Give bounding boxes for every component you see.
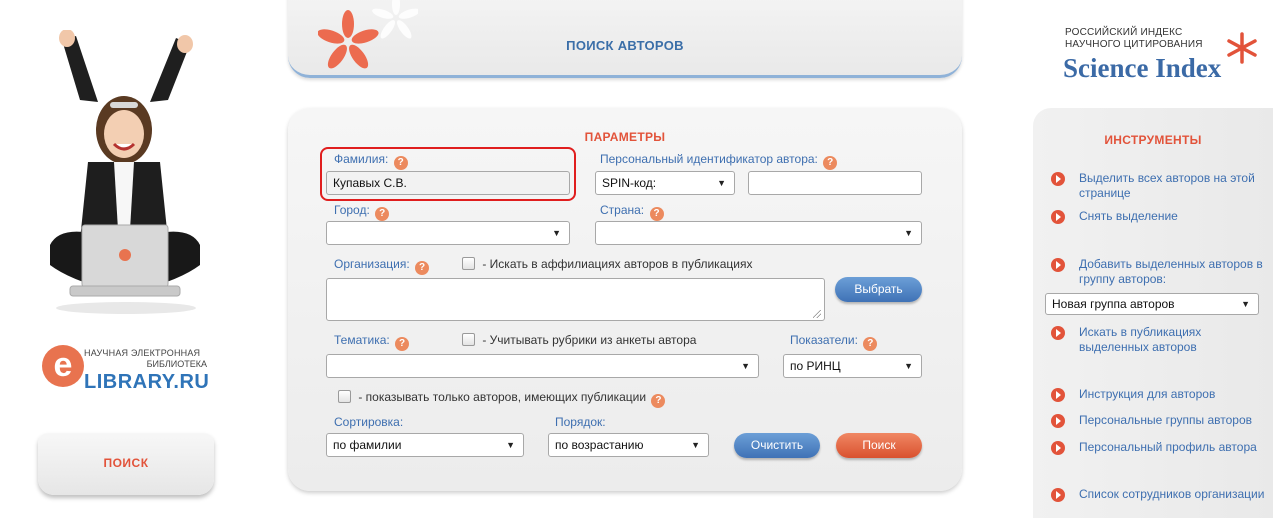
resize-grip-icon[interactable] [813, 310, 821, 318]
chevron-down-icon: ▼ [691, 440, 700, 450]
tool-personal-groups-label: Персональные группы авторов [1079, 413, 1253, 427]
group-select-value: Новая группа авторов [1052, 297, 1175, 311]
order-label: Порядок: [555, 415, 606, 429]
indicators-label: Показатели: [790, 333, 858, 347]
surname-help-icon[interactable]: ? [393, 156, 408, 170]
tool-select-all-label: Выделить всех авторов на этой странице [1079, 171, 1255, 200]
topic-rubrics-checkbox[interactable] [462, 333, 475, 346]
tools-title: ИНСТРУМЕНТЫ [1104, 133, 1202, 147]
topic-label-row: Тематика: ? [334, 333, 410, 351]
tool-add-to-group-label: Добавить выделенных авторов в группу авт… [1079, 257, 1263, 286]
only-with-pubs-checkbox[interactable] [338, 390, 351, 403]
page-header: ПОИСК АВТОРОВ [288, 0, 962, 78]
indicators-value: по РИНЦ [790, 359, 841, 373]
affiliation-checkbox-row[interactable]: - Искать в аффилиациях авторов в публика… [462, 257, 752, 271]
science-index-logo[interactable]: Science Index [1063, 53, 1221, 84]
chevron-down-icon: ▼ [904, 228, 913, 238]
topic-select[interactable]: ▼ [326, 354, 759, 378]
author-id-type-select[interactable]: SPIN-код: ▼ [595, 171, 735, 195]
science-index-caption: РОССИЙСКИЙ ИНДЕКС НАУЧНОГО ЦИТИРОВАНИЯ [1065, 27, 1203, 51]
page-title: ПОИСК АВТОРОВ [566, 38, 684, 53]
city-label-row: Город: ? [334, 203, 390, 221]
arrow-bullet-icon [1051, 414, 1065, 428]
author-id-label: Персональный идентификатор автора: [600, 152, 818, 166]
tool-search-in-pubs-label: Искать в публикациях выделенных авторов [1079, 325, 1202, 354]
surname-input[interactable]: Купавых С.В. [326, 171, 570, 195]
topic-help-icon[interactable]: ? [395, 337, 410, 351]
group-select[interactable]: Новая группа авторов ▼ [1045, 293, 1259, 315]
arrow-bullet-icon [1051, 172, 1065, 186]
country-label-row: Страна: ? [600, 203, 664, 221]
surname-label: Фамилия: [334, 152, 389, 166]
left-search-label: ПОИСК [103, 456, 149, 470]
tool-deselect-label: Снять выделение [1079, 209, 1178, 223]
topic-rubrics-checkbox-label: - Учитывать рубрики из анкеты автора [482, 333, 697, 347]
arrow-bullet-icon [1051, 441, 1065, 455]
search-parameters-panel: ПАРАМЕТРЫ Фамилия: ? Купавых С.В. Персон… [288, 108, 962, 491]
affiliation-checkbox-label: - Искать в аффилиациях авторов в публика… [482, 257, 753, 271]
organization-textarea[interactable] [326, 278, 825, 321]
science-index-asterisk-icon [1227, 32, 1257, 64]
elibrary-e-mark: e [42, 345, 84, 387]
elibrary-tagline-2: БИБЛИОТЕКА [146, 359, 207, 369]
search-button[interactable]: Поиск [836, 433, 922, 458]
indicators-select[interactable]: по РИНЦ ▼ [783, 354, 922, 378]
only-with-pubs-row[interactable]: - показывать только авторов, имеющих пуб… [338, 390, 666, 408]
tools-sidebar: ИНСТРУМЕНТЫ Выделить всех авторов на это… [1033, 108, 1273, 518]
indicators-label-row: Показатели: ? [790, 333, 878, 351]
tool-instructions-label: Инструкция для авторов [1079, 387, 1216, 401]
city-select[interactable]: ▼ [326, 221, 570, 245]
order-value: по возрастанию [555, 438, 644, 452]
select-organization-button[interactable]: Выбрать [835, 277, 922, 302]
author-id-help-icon[interactable]: ? [823, 156, 838, 170]
sort-label: Сортировка: [334, 415, 404, 429]
arrow-bullet-icon [1051, 488, 1065, 502]
topic-label: Тематика: [334, 333, 390, 347]
elibrary-wordmark: LIBRARY.RU [84, 371, 210, 393]
chevron-down-icon: ▼ [741, 361, 750, 371]
chevron-down-icon: ▼ [552, 228, 561, 238]
indicators-help-icon[interactable]: ? [863, 337, 878, 351]
country-select[interactable]: ▼ [595, 221, 922, 245]
author-id-type-value: SPIN-код: [602, 176, 657, 190]
parameters-title: ПАРАМЕТРЫ [584, 130, 666, 144]
sort-select[interactable]: по фамилии ▼ [326, 433, 524, 457]
author-id-input[interactable] [748, 171, 922, 195]
country-label: Страна: [600, 203, 645, 217]
tool-personal-profile-label: Персональный профиль автора [1079, 440, 1257, 454]
only-with-pubs-label: - показывать только авторов, имеющих пуб… [358, 390, 647, 404]
science-index-caption-line1: РОССИЙСКИЙ ИНДЕКС [1065, 27, 1183, 38]
affiliation-checkbox[interactable] [462, 257, 475, 270]
arrow-bullet-icon [1051, 210, 1065, 224]
elibrary-logo[interactable]: e НАУЧНАЯ ЭЛЕКТРОННАЯ БИБЛИОТЕКА LIBRARY… [40, 345, 215, 395]
tool-staff-list-label: Список сотрудников организации [1079, 487, 1265, 501]
left-search-tab[interactable]: ПОИСК [38, 433, 214, 495]
order-select[interactable]: по возрастанию ▼ [548, 433, 709, 457]
woman-with-laptop-image [50, 29, 200, 314]
arrow-bullet-icon [1051, 326, 1065, 340]
chevron-down-icon: ▼ [1241, 299, 1250, 309]
city-label: Город: [334, 203, 370, 217]
topic-checkbox-row[interactable]: - Учитывать рубрики из анкеты автора [462, 333, 696, 347]
sort-value: по фамилии [333, 438, 402, 452]
chevron-down-icon: ▼ [904, 361, 913, 371]
arrow-bullet-icon [1051, 258, 1065, 272]
city-help-icon[interactable]: ? [375, 207, 390, 221]
clear-button[interactable]: Очистить [734, 433, 820, 458]
author-id-label-row: Персональный идентификатор автора: ? [600, 152, 838, 170]
surname-label-row: Фамилия: ? [334, 152, 408, 170]
organization-help-icon[interactable]: ? [415, 261, 430, 275]
arrow-bullet-icon [1051, 388, 1065, 402]
only-with-pubs-help-icon[interactable]: ? [651, 394, 666, 408]
science-index-caption-line2: НАУЧНОГО ЦИТИРОВАНИЯ [1065, 39, 1203, 50]
country-help-icon[interactable]: ? [649, 207, 664, 221]
organization-label-row: Организация: ? [334, 257, 430, 275]
chevron-down-icon: ▼ [506, 440, 515, 450]
chevron-down-icon: ▼ [717, 178, 726, 188]
elibrary-tagline-1: НАУЧНАЯ ЭЛЕКТРОННАЯ [84, 348, 201, 358]
organization-label: Организация: [334, 257, 410, 271]
promo-illustration [40, 29, 210, 315]
